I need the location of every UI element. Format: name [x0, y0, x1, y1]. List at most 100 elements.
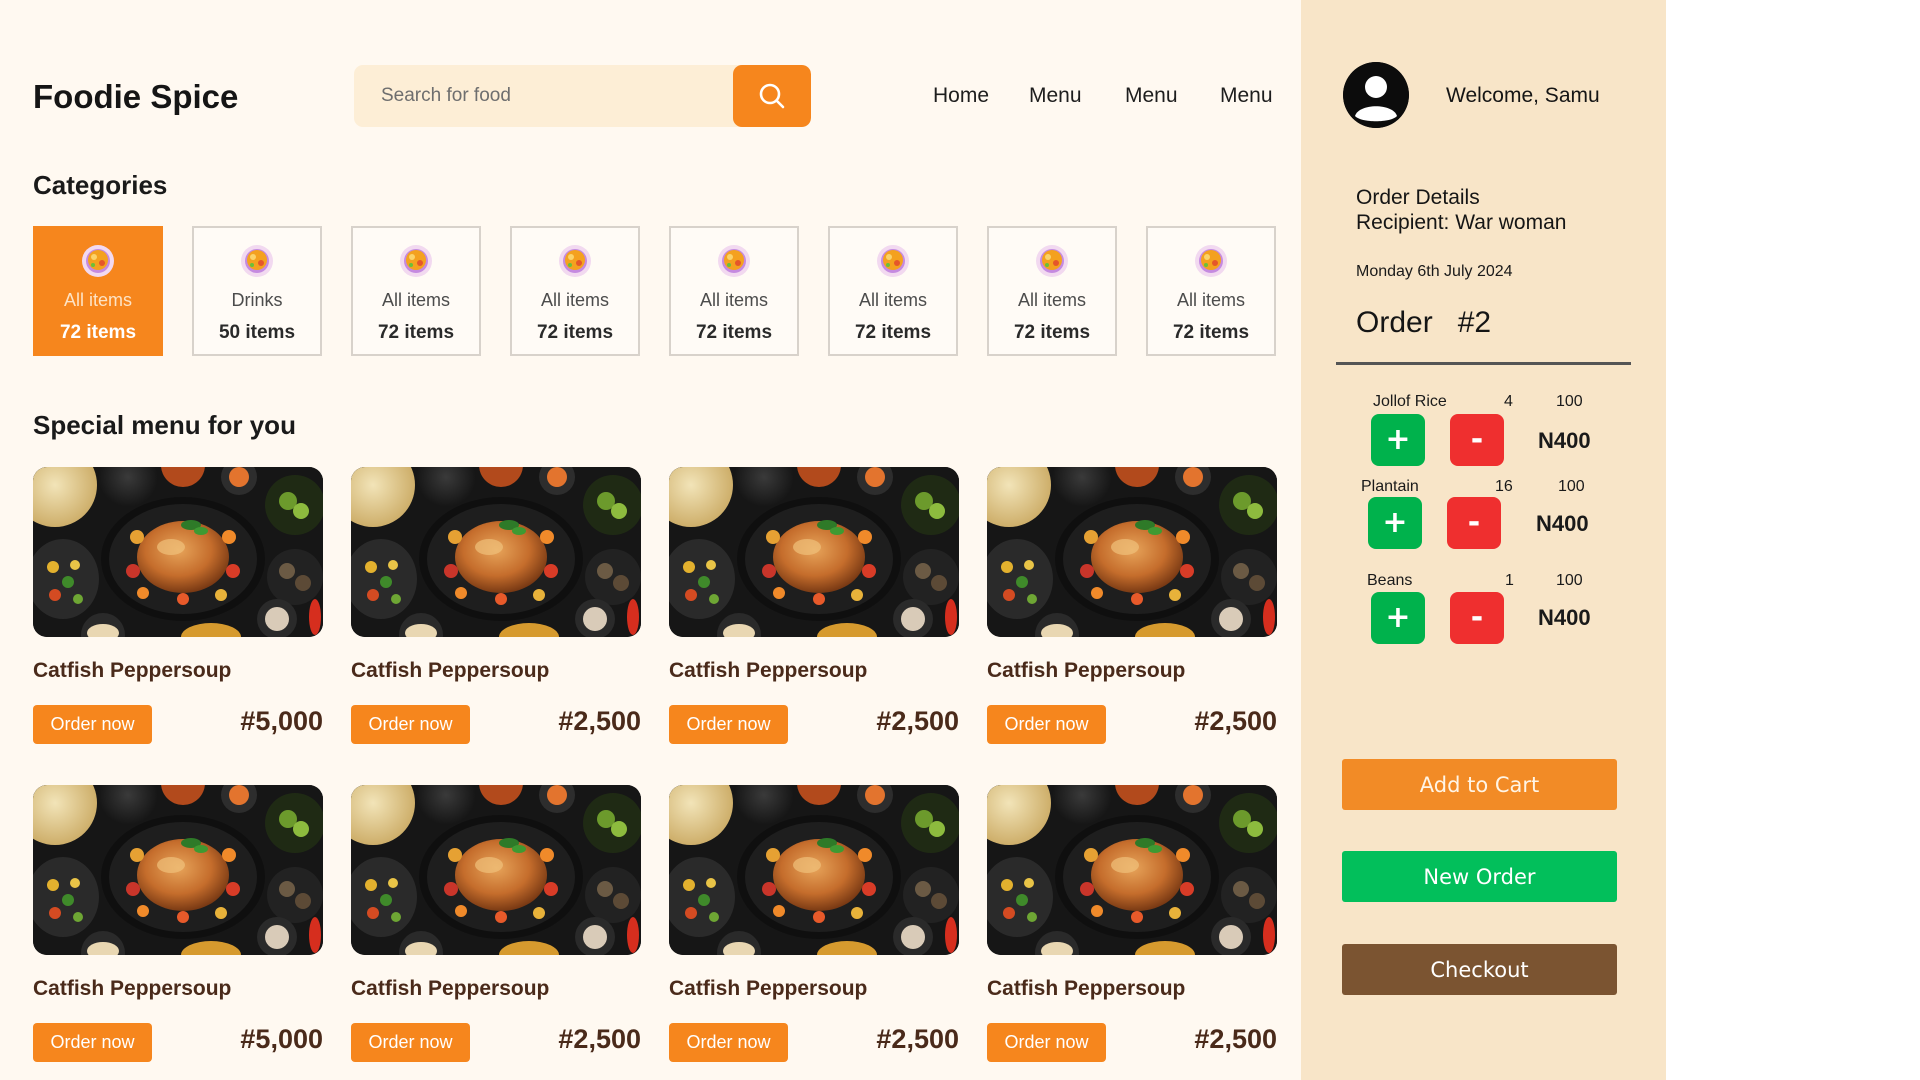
menu-card-price: #2,500: [558, 1024, 641, 1054]
nav-menu[interactable]: Menu: [1125, 84, 1178, 108]
category-name: All items: [540, 290, 609, 310]
increase-qty-button[interactable]: +: [1371, 592, 1425, 644]
decrease-qty-button[interactable]: -: [1450, 414, 1504, 466]
order-item-name: Jollof Rice: [1373, 393, 1447, 410]
menu-card-title: Catfish Peppersoup: [351, 659, 550, 682]
menu-card: Catfish Peppersoup Order now #2,500: [967, 443, 1279, 745]
food-icon: [1195, 245, 1227, 277]
search-input[interactable]: [354, 65, 734, 127]
decrease-qty-button[interactable]: -: [1447, 497, 1501, 549]
menu-card: Catfish Peppersoup Order now #2,500: [649, 761, 961, 1063]
category-card[interactable]: All items 72 items: [33, 226, 163, 356]
increase-qty-button[interactable]: +: [1368, 497, 1422, 549]
menu-card-price: #2,500: [1194, 706, 1277, 736]
drink-icon: [241, 245, 273, 277]
food-image: [331, 443, 643, 657]
food-image: [13, 443, 325, 657]
category-name: All items: [1017, 290, 1086, 310]
menu-card: Catfish Peppersoup Order now #5,000: [13, 761, 325, 1063]
order-now-button[interactable]: Order now: [669, 1023, 788, 1062]
category-card[interactable]: All items 72 items: [351, 226, 481, 356]
order-date: Monday 6th July 2024: [1356, 263, 1513, 280]
order-details-title: Order Details: [1356, 186, 1480, 209]
food-icon: [82, 245, 114, 277]
user-avatar-icon[interactable]: [1343, 62, 1409, 128]
category-name: All items: [63, 290, 132, 310]
order-item-qty: 1: [1505, 572, 1514, 589]
nav-menu[interactable]: Menu: [1029, 84, 1082, 108]
order-now-button[interactable]: Order now: [351, 705, 470, 744]
checkout-button[interactable]: Checkout: [1342, 944, 1617, 995]
category-card[interactable]: Drinks 50 items: [192, 226, 322, 356]
new-order-button[interactable]: New Order: [1342, 851, 1617, 902]
menu-card-title: Catfish Peppersoup: [987, 977, 1186, 1000]
menu-card: Catfish Peppersoup Order now #2,500: [967, 761, 1279, 1063]
food-icon: [877, 245, 909, 277]
increase-qty-button[interactable]: +: [1371, 414, 1425, 466]
menu-card-title: Catfish Peppersoup: [669, 977, 868, 1000]
menu-card-price: #2,500: [1194, 1024, 1277, 1054]
category-card[interactable]: All items 72 items: [1146, 226, 1276, 356]
menu-card-title: Catfish Peppersoup: [33, 977, 232, 1000]
search-bar: [354, 65, 811, 127]
menu-card-price: #2,500: [876, 1024, 959, 1054]
menu-card-price: #5,000: [240, 1024, 323, 1054]
welcome-text: Welcome, Samu: [1446, 84, 1600, 107]
order-item-qty: 4: [1504, 393, 1513, 410]
order-now-button[interactable]: Order now: [351, 1023, 470, 1062]
order-item-name: Plantain: [1361, 478, 1419, 495]
order-item-total: N400: [1536, 511, 1589, 536]
food-icon: [1036, 245, 1068, 277]
add-to-cart-button[interactable]: Add to Cart: [1342, 759, 1617, 810]
order-now-button[interactable]: Order now: [987, 705, 1106, 744]
category-name: All items: [858, 290, 927, 310]
decrease-qty-button[interactable]: -: [1450, 592, 1504, 644]
order-item-qty: 16: [1495, 478, 1513, 495]
category-count: 72 items: [1172, 322, 1250, 343]
menu-card-title: Catfish Peppersoup: [669, 659, 868, 682]
menu-card-price: #5,000: [240, 706, 323, 736]
category-card[interactable]: All items 72 items: [987, 226, 1117, 356]
order-item-total: N400: [1538, 428, 1591, 453]
order-now-button[interactable]: Order now: [33, 705, 152, 744]
categories-title: Categories: [33, 170, 168, 200]
search-icon: [759, 83, 785, 109]
order-now-button[interactable]: Order now: [987, 1023, 1106, 1062]
menu-card-title: Catfish Peppersoup: [351, 977, 550, 1000]
menu-card: Catfish Peppersoup Order now #2,500: [331, 443, 643, 745]
order-now-button[interactable]: Order now: [669, 705, 788, 744]
category-card[interactable]: All items 72 items: [828, 226, 958, 356]
order-recipient: Recipient: War woman: [1356, 211, 1567, 234]
order-item-name: Beans: [1367, 572, 1413, 589]
category-count: 72 items: [1013, 322, 1091, 343]
category-name: All items: [1176, 290, 1245, 310]
category-count: 50 items: [218, 322, 296, 343]
category-count: 72 items: [59, 322, 137, 343]
category-card[interactable]: All items 72 items: [510, 226, 640, 356]
order-panel: Welcome, Samu Order Details Recipient: W…: [1301, 0, 1666, 1080]
food-image: [649, 761, 961, 975]
category-count: 72 items: [854, 322, 932, 343]
category-name: All items: [381, 290, 450, 310]
menu-card-title: Catfish Peppersoup: [987, 659, 1186, 682]
order-number: Order #2: [1356, 306, 1492, 339]
menu-card: Catfish Peppersoup Order now #2,500: [331, 761, 643, 1063]
category-card[interactable]: All items 72 items: [669, 226, 799, 356]
order-now-button[interactable]: Order now: [33, 1023, 152, 1062]
category-count: 72 items: [695, 322, 773, 343]
menu-card-price: #2,500: [876, 706, 959, 736]
nav-menu[interactable]: Menu: [1220, 84, 1273, 108]
category-name: Drinks: [231, 290, 283, 310]
brand-logo: Foodie Spice: [33, 78, 239, 115]
search-button[interactable]: [733, 65, 811, 127]
food-image: [649, 443, 961, 657]
category-name: All items: [699, 290, 768, 310]
order-item-unit-price: 100: [1558, 478, 1585, 495]
nav-home[interactable]: Home: [933, 84, 989, 108]
menu-card-title: Catfish Peppersoup: [33, 659, 232, 682]
food-image: [967, 761, 1279, 975]
main-content: Foodie Spice Home Menu Menu Menu Categor…: [0, 0, 1301, 1080]
category-count: 72 items: [536, 322, 614, 343]
food-icon: [718, 245, 750, 277]
divider: [1336, 362, 1631, 365]
